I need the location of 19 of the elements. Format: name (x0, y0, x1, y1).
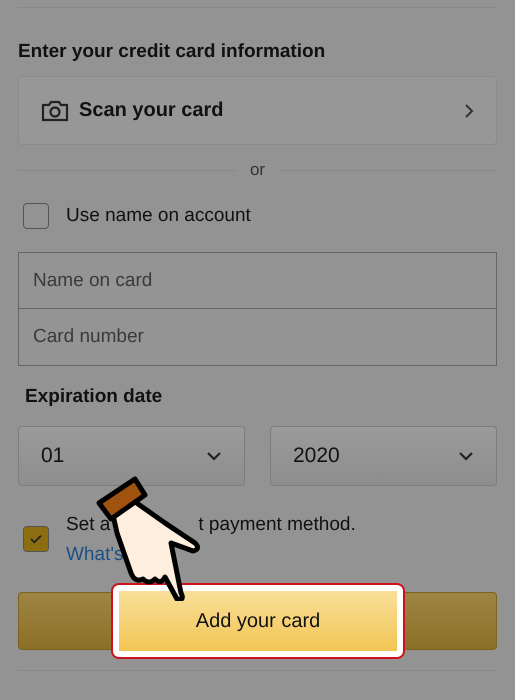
section-heading: Enter your credit card information (18, 41, 326, 63)
separator-text: or (248, 160, 266, 180)
checkbox-label: Set a (66, 514, 110, 536)
chevron-right-icon (464, 102, 474, 118)
checkbox-label: Use name on account (66, 205, 251, 227)
month-dropdown[interactable]: 01 (18, 426, 245, 486)
field-label: Expiration date (25, 386, 164, 408)
add-card-button[interactable]: Add your card (111, 583, 405, 659)
checkbox[interactable] (23, 203, 49, 229)
chevron-down-icon (206, 451, 222, 461)
input-field[interactable]: Name on card (18, 252, 497, 309)
check-icon (29, 534, 43, 544)
year-dropdown[interactable]: 2020 (270, 426, 497, 486)
chevron-down-icon (458, 451, 474, 461)
checkbox[interactable] (23, 526, 49, 552)
scan-card-button[interactable]: Scan your card (18, 76, 497, 145)
checkbox-label: t payment method. (198, 514, 356, 536)
camera-icon (41, 100, 69, 122)
input-field[interactable]: Card number (18, 309, 497, 366)
